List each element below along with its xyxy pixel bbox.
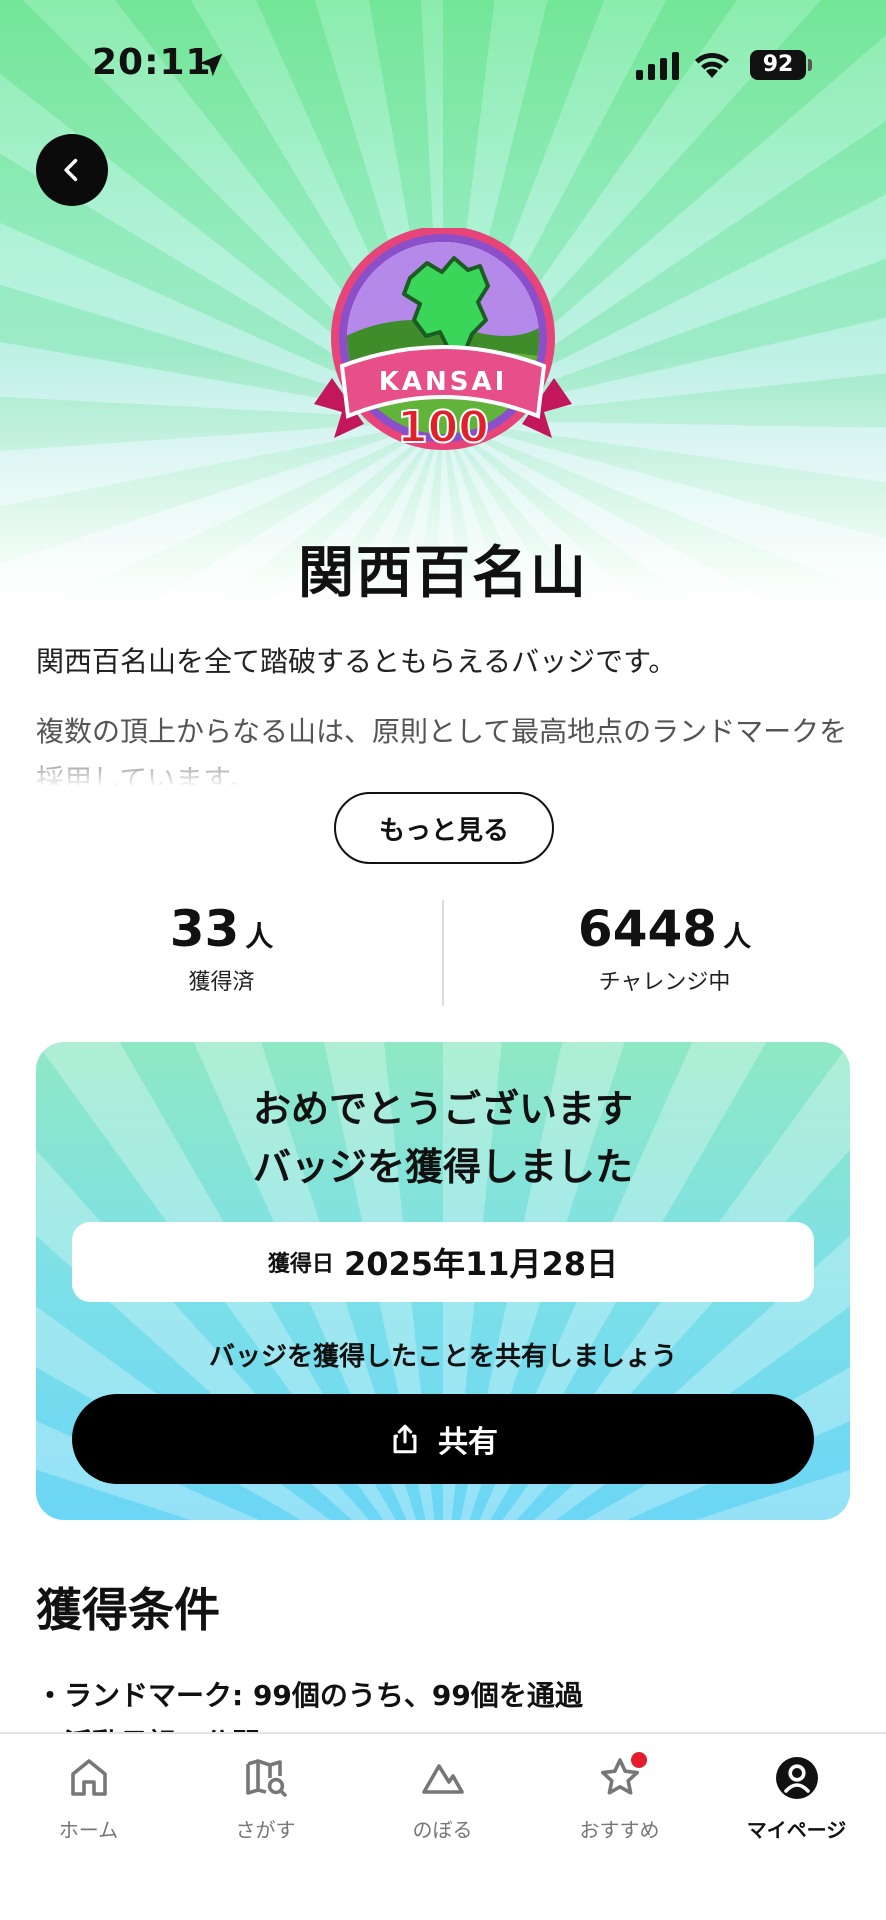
congrats-line-2: バッジを獲得しました: [252, 1145, 633, 1189]
chevron-left-icon: [64, 158, 78, 182]
description-paragraph-1: 関西百名山を全て踏破するともらえるバッジです。: [36, 645, 677, 678]
conditions-title: 獲得条件: [36, 1583, 220, 1637]
stat-challenging-unit: 人: [723, 920, 752, 953]
tab-bar: ホーム さがす のぼる おすすめ マイページ: [0, 1732, 886, 1920]
tab-climb-label: のぼる: [412, 1818, 473, 1842]
map-search-icon: [245, 1759, 287, 1797]
stat-earned: 33 人 獲得済: [0, 900, 443, 996]
tab-recommend-label: おすすめ: [579, 1818, 660, 1842]
more-button[interactable]: もっと見る: [334, 792, 554, 864]
stat-challenging-value: 6448: [577, 900, 718, 958]
mountain-icon: [421, 1764, 464, 1794]
badge-title: 関西百名山: [298, 541, 588, 606]
tab-climb[interactable]: のぼる: [354, 1754, 531, 1843]
stats-row: 33 人 獲得済 6448 人 チャレンジ中: [0, 900, 886, 1010]
stat-earned-unit: 人: [245, 920, 274, 953]
share-prompt: バッジを獲得したことを共有しましょう: [208, 1342, 677, 1372]
wifi-icon: [695, 52, 729, 78]
badge-emblem: KANSAI 100: [314, 228, 572, 454]
badge-emblem-kansai: KANSAI: [379, 367, 508, 397]
tab-search-label: さがす: [235, 1818, 296, 1842]
tab-mypage[interactable]: マイページ: [708, 1754, 885, 1843]
notification-dot: [631, 1752, 647, 1768]
stat-challenging-label: チャレンジ中: [598, 970, 731, 995]
location-arrow-icon: [199, 53, 223, 77]
tab-search[interactable]: さがす: [177, 1754, 354, 1843]
share-icon: [393, 1424, 417, 1454]
battery-level: 92: [762, 52, 794, 77]
tab-mypage-label: マイページ: [746, 1818, 847, 1842]
congrats-card: おめでとうございます バッジを獲得しました 獲得日 2025年11月28日 バッ…: [36, 1042, 850, 1520]
acquired-date-label: 獲得日: [267, 1252, 334, 1277]
description-fade: [0, 748, 886, 788]
stat-earned-value: 33: [169, 900, 240, 958]
status-time: 20:11: [92, 42, 212, 83]
tab-home[interactable]: ホーム: [0, 1754, 177, 1843]
condition-item: ・ランドマーク: 99個のうち、99個を通過: [36, 1679, 583, 1712]
back-button[interactable]: [36, 134, 108, 206]
battery-icon: 92: [750, 50, 806, 80]
acquired-date-box: 獲得日 2025年11月28日: [72, 1222, 814, 1302]
share-button[interactable]: 共有: [72, 1394, 814, 1484]
signal-icon: [636, 52, 679, 80]
badge-emblem-100: 100: [397, 402, 489, 453]
status-bar: 20:11 92: [0, 0, 886, 130]
tab-home-label: ホーム: [58, 1818, 119, 1842]
tab-recommend[interactable]: おすすめ: [531, 1752, 708, 1843]
stat-earned-label: 獲得済: [188, 970, 255, 995]
user-icon: [775, 1757, 818, 1799]
share-button-label: 共有: [438, 1425, 498, 1460]
home-icon: [70, 1759, 107, 1796]
acquired-date-value: 2025年11月28日: [343, 1245, 619, 1283]
congrats-title: おめでとうございます バッジを獲得しました: [36, 1080, 850, 1196]
battery-cap: [808, 59, 812, 71]
stat-challenging: 6448 人 チャレンジ中: [443, 900, 886, 996]
congrats-line-1: おめでとうございます: [252, 1087, 633, 1131]
